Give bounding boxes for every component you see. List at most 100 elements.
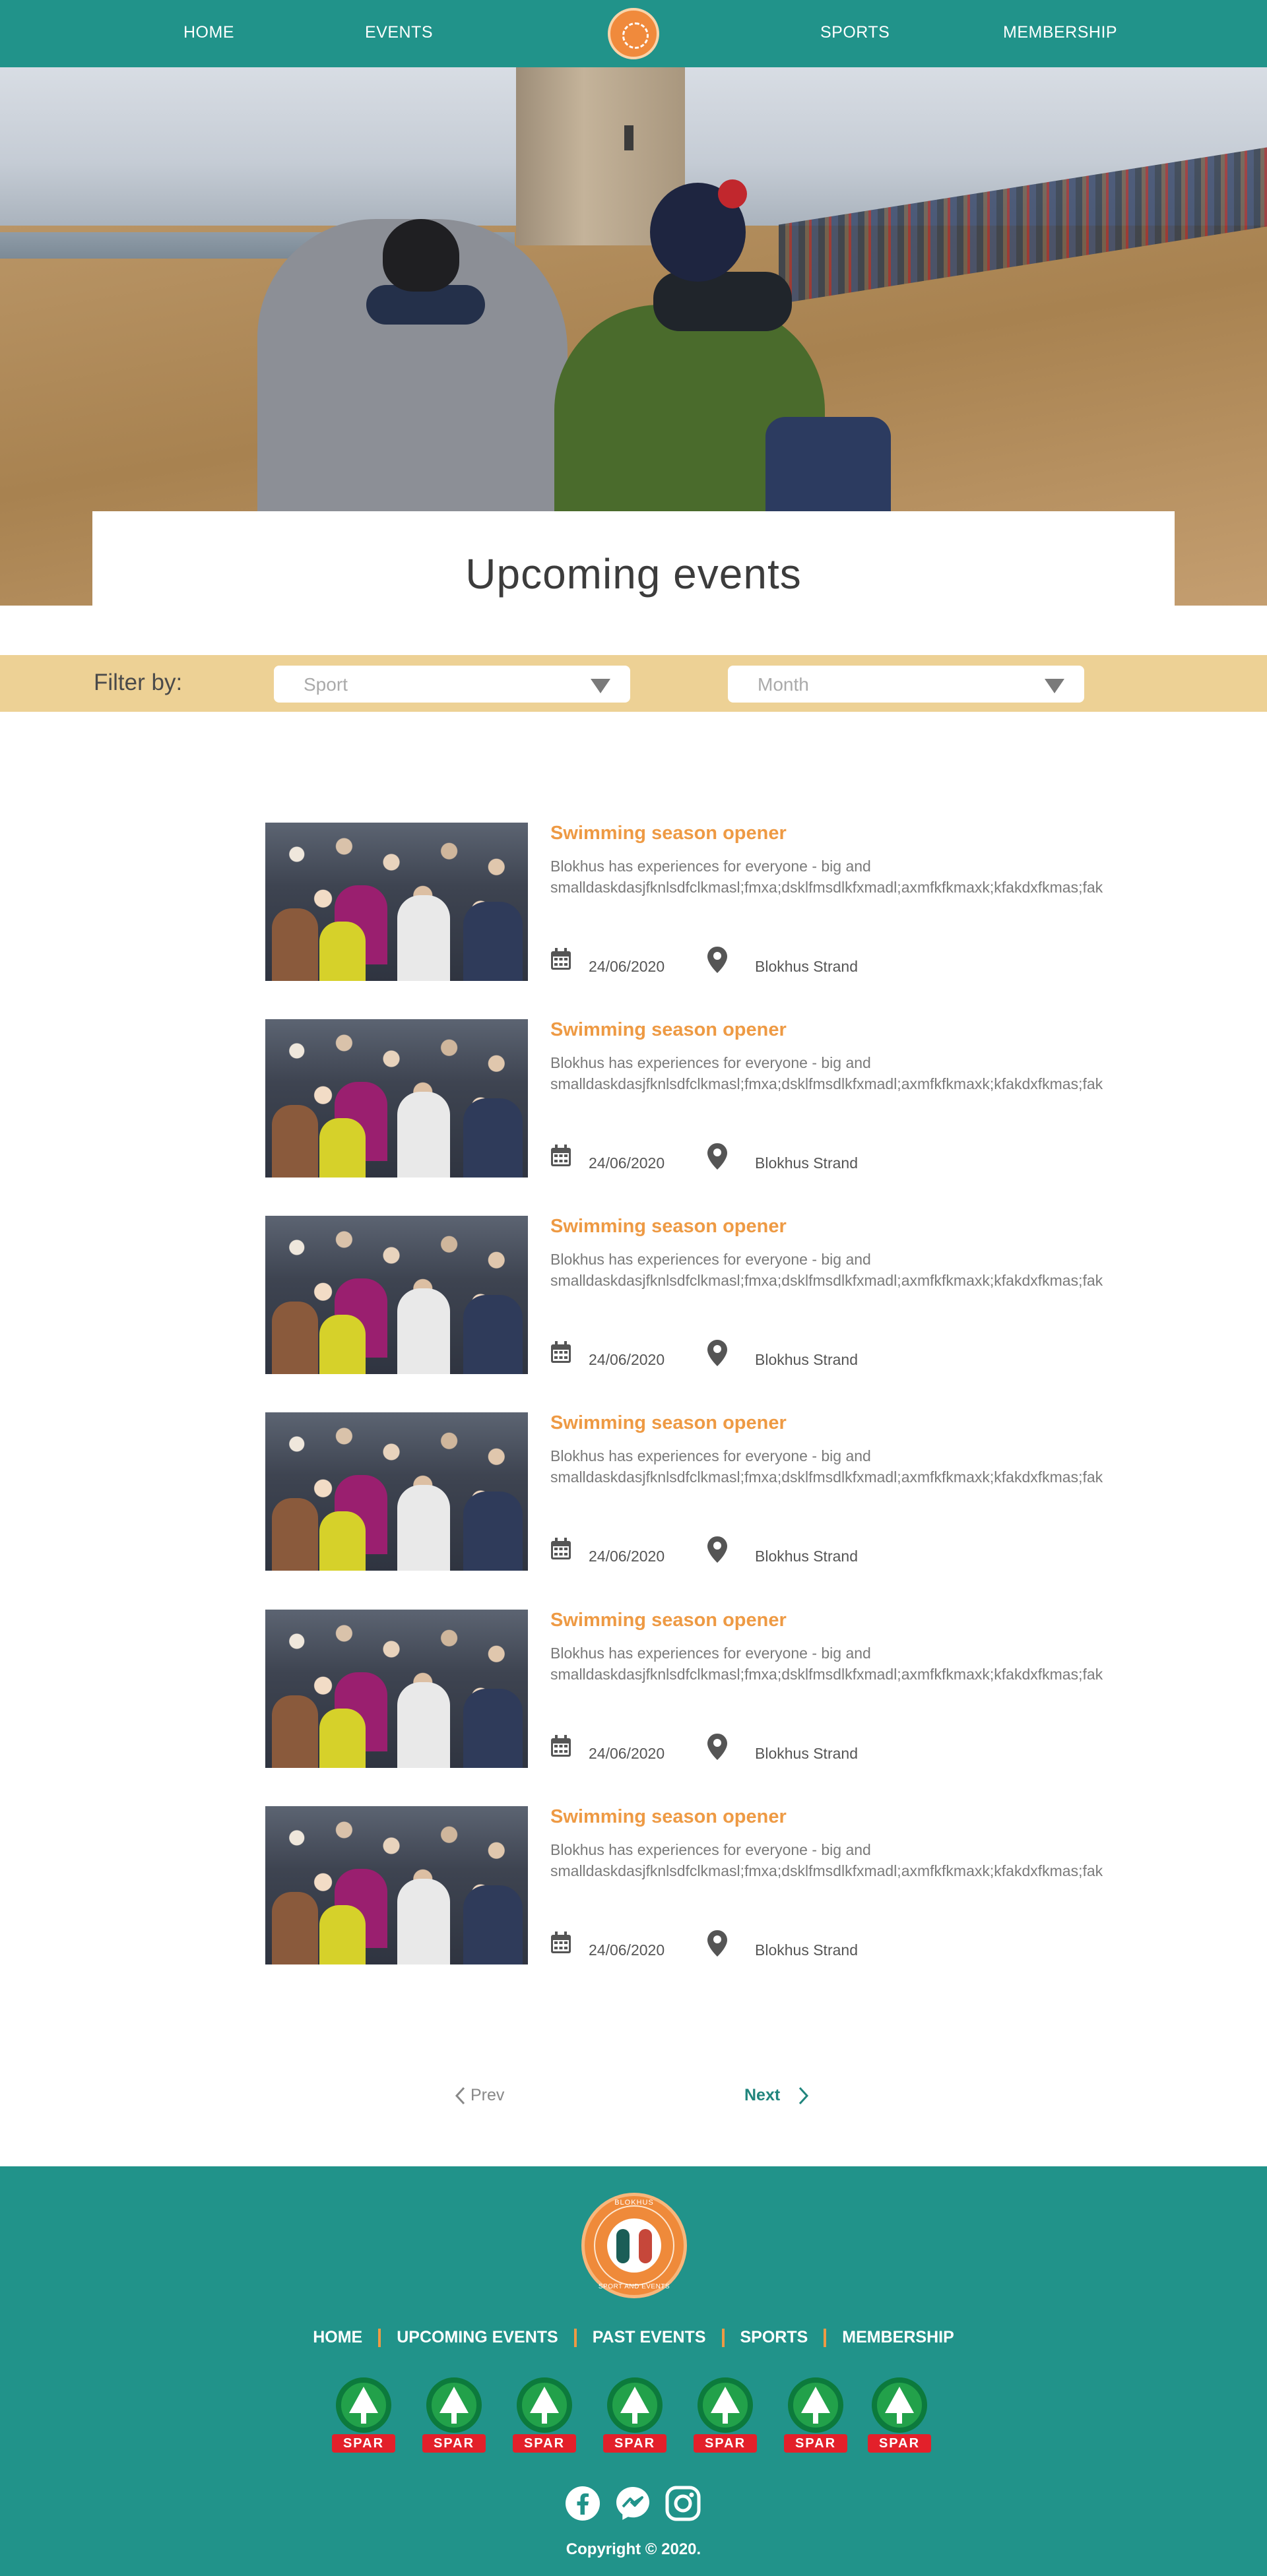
sponsor-logo[interactable]: SPAR <box>513 2377 576 2457</box>
footer-link-upcoming-events[interactable]: UPCOMING EVENTS <box>381 2328 573 2347</box>
sport-select[interactable]: Sport <box>274 666 630 703</box>
page-title-card: Upcoming events <box>92 511 1175 606</box>
calendar-icon <box>551 1932 571 1953</box>
event-location: Blokhus Strand <box>755 1548 858 1565</box>
page-title: Upcoming events <box>465 550 802 598</box>
calendar-icon <box>551 1145 571 1166</box>
event-card[interactable]: Swimming season opener Blokhus has exper… <box>265 823 1103 981</box>
messenger-icon[interactable] <box>615 2486 651 2521</box>
location-pin-icon <box>707 947 727 973</box>
event-title[interactable]: Swimming season opener <box>550 1216 787 1238</box>
logo-top-text: BLOKHUS <box>614 2199 654 2207</box>
event-title[interactable]: Swimming season opener <box>550 823 787 844</box>
sponsor-name: SPAR <box>513 2434 576 2453</box>
prev-label: Prev <box>470 2086 505 2104</box>
hero-person-grey-hat <box>383 219 459 292</box>
event-location: Blokhus Strand <box>755 1941 858 1959</box>
calendar-icon <box>551 948 571 970</box>
logo-bottom-text: SPORT AND EVENTS <box>598 2283 670 2290</box>
event-description: Blokhus has experiences for everyone - b… <box>550 1447 1103 1486</box>
sponsor-logo[interactable]: SPAR <box>694 2377 757 2457</box>
next-label: Next <box>744 2086 781 2104</box>
footer-link-sports[interactable]: SPORTS <box>725 2328 824 2347</box>
footer-logo[interactable]: BLOKHUS SPORT AND EVENTS <box>581 2193 687 2298</box>
instagram-icon[interactable] <box>665 2486 701 2521</box>
dropdown-arrow-icon <box>591 679 610 693</box>
runner-figure-icon <box>639 2229 652 2263</box>
chevron-left-icon <box>455 2087 465 2105</box>
month-select[interactable]: Month <box>728 666 1084 703</box>
filter-label: Filter by: <box>94 670 183 695</box>
tree-icon <box>801 2387 830 2413</box>
month-select-placeholder: Month <box>758 674 809 695</box>
event-location: Blokhus Strand <box>755 958 858 975</box>
event-card[interactable]: Swimming season opener Blokhus has exper… <box>265 1412 1103 1571</box>
footer-link-home[interactable]: HOME <box>297 2328 378 2347</box>
prev-page-button[interactable]: Prev <box>454 2086 504 2106</box>
location-pin-icon <box>707 1340 727 1366</box>
tree-icon <box>439 2387 469 2413</box>
location-pin-icon <box>707 1734 727 1760</box>
event-title[interactable]: Swimming season opener <box>550 1610 787 1631</box>
filter-bar: Filter by: Sport Month <box>0 655 1267 712</box>
event-date: 24/06/2020 <box>589 1548 665 1565</box>
next-page-button[interactable]: Next <box>744 2086 810 2106</box>
event-description: Blokhus has experiences for everyone - b… <box>550 1251 1103 1289</box>
nav-membership[interactable]: MEMBERSHIP <box>1003 23 1117 42</box>
footer: BLOKHUS SPORT AND EVENTS HOME UPCOMING EV… <box>0 2166 1267 2576</box>
sponsor-logo[interactable]: SPAR <box>422 2377 486 2457</box>
nav-events[interactable]: EVENTS <box>365 23 433 42</box>
event-location: Blokhus Strand <box>755 1351 858 1368</box>
sponsor-logo[interactable]: SPAR <box>332 2377 395 2457</box>
event-title[interactable]: Swimming season opener <box>550 1412 787 1434</box>
event-image[interactable] <box>265 1412 528 1571</box>
nav-home[interactable]: HOME <box>183 23 234 42</box>
sponsor-name: SPAR <box>784 2434 847 2453</box>
location-pin-icon <box>707 1536 727 1563</box>
event-image[interactable] <box>265 1806 528 1964</box>
facebook-icon[interactable] <box>565 2486 601 2521</box>
sponsor-name: SPAR <box>694 2434 757 2453</box>
event-date: 24/06/2020 <box>589 958 665 975</box>
footer-link-past-events[interactable]: PAST EVENTS <box>577 2328 722 2347</box>
runner-figure-icon <box>616 2229 630 2263</box>
site-logo[interactable] <box>608 8 659 59</box>
event-card[interactable]: Swimming season opener Blokhus has exper… <box>265 1216 1103 1374</box>
event-image[interactable] <box>265 1610 528 1768</box>
event-title[interactable]: Swimming season opener <box>550 1806 787 1828</box>
event-card[interactable]: Swimming season opener Blokhus has exper… <box>265 1019 1103 1178</box>
sponsor-logo[interactable]: SPAR <box>603 2377 666 2457</box>
hero-tower-window <box>624 125 634 150</box>
event-location: Blokhus Strand <box>755 1745 858 1762</box>
footer-link-membership[interactable]: MEMBERSHIP <box>826 2328 969 2347</box>
location-pin-icon <box>707 1143 727 1170</box>
sponsor-name: SPAR <box>603 2434 666 2453</box>
dropdown-arrow-icon <box>1045 679 1064 693</box>
tree-icon <box>530 2387 559 2413</box>
event-card[interactable]: Swimming season opener Blokhus has exper… <box>265 1806 1103 1964</box>
event-description: Blokhus has experiences for everyone - b… <box>550 1841 1103 1879</box>
footer-links: HOME UPCOMING EVENTS PAST EVENTS SPORTS MEMB… <box>0 2328 1267 2348</box>
sport-select-placeholder: Sport <box>304 674 348 695</box>
tree-icon <box>711 2387 740 2413</box>
event-title[interactable]: Swimming season opener <box>550 1019 787 1041</box>
chevron-right-icon <box>799 2087 809 2105</box>
sponsor-name: SPAR <box>332 2434 395 2453</box>
calendar-icon <box>551 1538 571 1559</box>
event-image[interactable] <box>265 1216 528 1374</box>
nav-sports[interactable]: SPORTS <box>820 23 890 42</box>
sponsor-logo[interactable]: SPAR <box>868 2377 931 2457</box>
event-date: 24/06/2020 <box>589 1745 665 1762</box>
sponsor-logo[interactable]: SPAR <box>784 2377 847 2457</box>
hero-person-green-hood <box>653 272 792 331</box>
location-pin-icon <box>707 1930 727 1957</box>
copyright-text: Copyright © 2020. <box>566 2540 701 2558</box>
hero-hat-pompom <box>718 179 747 208</box>
event-card[interactable]: Swimming season opener Blokhus has exper… <box>265 1610 1103 1768</box>
event-image[interactable] <box>265 823 528 981</box>
event-description: Blokhus has experiences for everyone - b… <box>550 1645 1103 1683</box>
tree-icon <box>620 2387 649 2413</box>
calendar-icon <box>551 1341 571 1363</box>
event-date: 24/06/2020 <box>589 1941 665 1959</box>
event-image[interactable] <box>265 1019 528 1178</box>
